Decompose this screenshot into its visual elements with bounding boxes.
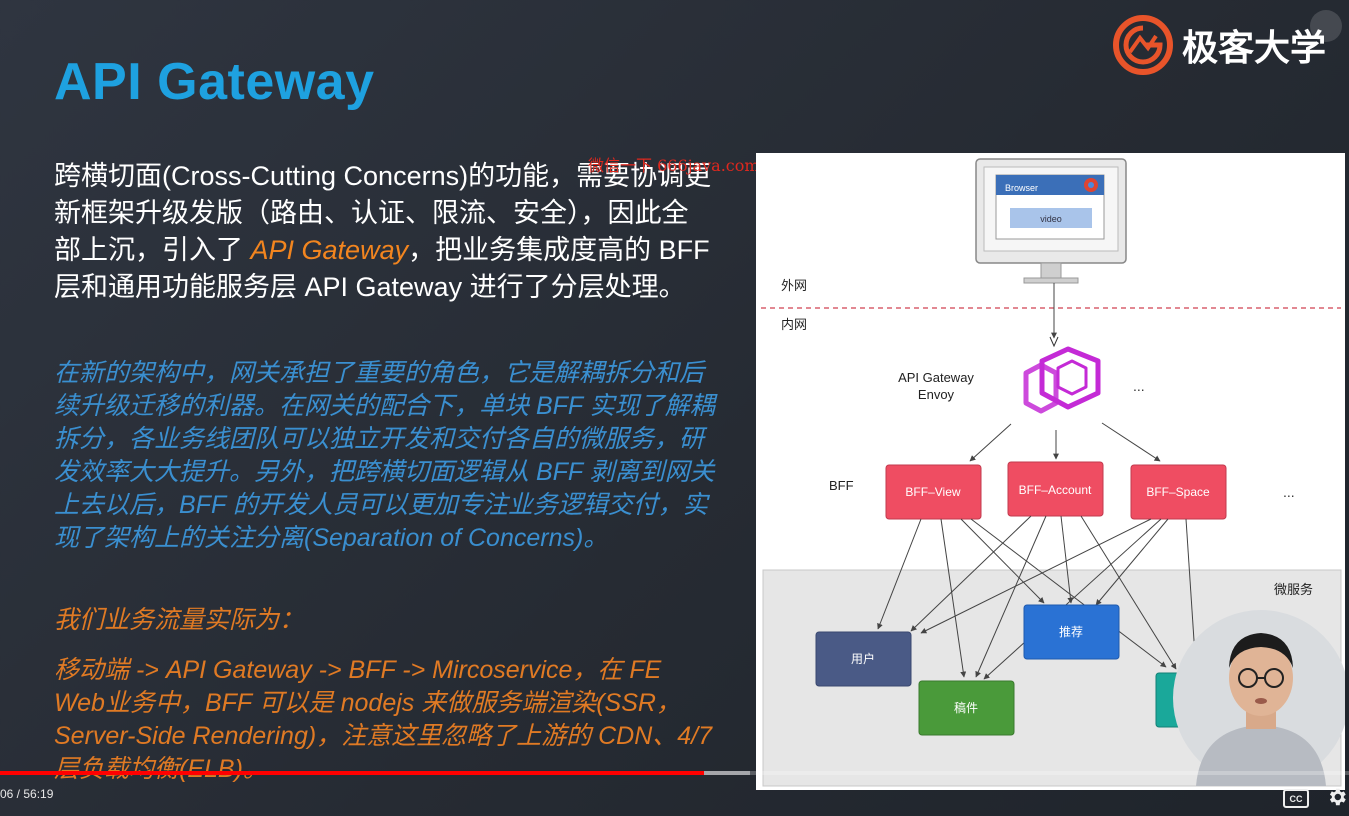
- inner-network-label: 内网: [781, 317, 807, 333]
- intro-paragraph: 跨横切面(Cross-Cutting Concerns)的功能，需要协调更新框架…: [54, 158, 714, 306]
- traffic-heading: 我们业务流量实际为：: [54, 606, 305, 634]
- bff-ellipsis: ...: [1283, 484, 1295, 500]
- service-manuscript-label: 稿件: [954, 700, 978, 715]
- slide-title: API Gateway: [54, 53, 375, 111]
- microservice-label: 微服务: [1274, 582, 1313, 598]
- architecture-diagram: Browser video 外网 内网 API Gateway Envoy ..…: [756, 153, 1345, 790]
- presenter-webcam: [1173, 610, 1345, 786]
- bff-view-box: BFF–View: [885, 464, 982, 520]
- bff-view-label: BFF–View: [905, 485, 960, 499]
- service-recommend-box: 推荐: [1023, 604, 1120, 660]
- service-user-box: 用户: [815, 631, 912, 687]
- logo-text: 极客大学: [1182, 27, 1327, 68]
- settings-gear-icon[interactable]: [1326, 786, 1348, 808]
- video-label: video: [1040, 214, 1062, 224]
- architecture-paragraph: 在新的架构中，网关承担了重要的角色，它是解耦拆分和后续升级迁移的利器。在网关的配…: [54, 359, 715, 552]
- progress-played[interactable]: [0, 771, 705, 775]
- bff-space-label: BFF–Space: [1146, 485, 1210, 499]
- diagram-svg: Browser video 外网 内网 API Gateway Envoy ..…: [761, 158, 1345, 787]
- gateway-ellipsis: ...: [1133, 378, 1145, 394]
- cast-icon[interactable]: [1310, 10, 1342, 42]
- envoy-icon: [1023, 346, 1101, 414]
- bff-layer-label: BFF: [829, 478, 854, 493]
- traffic-paragraph: 移动端 -> API Gateway -> BFF -> Mircoservic…: [54, 656, 713, 783]
- intro-highlight: API Gateway: [250, 235, 409, 265]
- subtitles-button[interactable]: CC: [1283, 789, 1309, 808]
- geekbang-logo-icon: [1113, 15, 1173, 75]
- gateway-label-1: API Gateway: [898, 370, 974, 385]
- browser-label: Browser: [1005, 183, 1038, 193]
- bff-account-box: BFF–Account: [1007, 461, 1104, 517]
- bff-account-label: BFF–Account: [1019, 483, 1092, 497]
- service-manuscript-box: 稿件: [918, 680, 1015, 736]
- watermark: 微信一下 666java.com: [588, 156, 760, 175]
- outer-network-label: 外网: [781, 279, 807, 294]
- service-user-label: 用户: [851, 651, 875, 666]
- gateway-label-2: Envoy: [918, 387, 955, 402]
- bff-space-box: BFF–Space: [1130, 464, 1227, 520]
- service-recommend-label: 推荐: [1059, 625, 1083, 639]
- time-display: 06 / 56:19: [0, 787, 54, 801]
